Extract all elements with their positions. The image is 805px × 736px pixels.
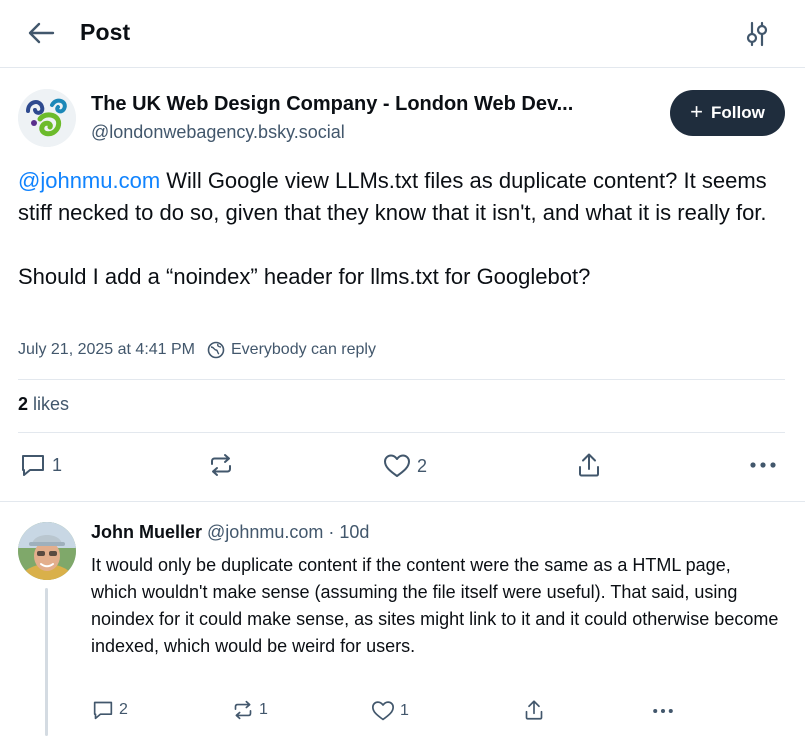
heart-icon bbox=[384, 454, 410, 477]
mention-link[interactable]: @johnmu.com bbox=[18, 168, 160, 193]
reply-reply-button[interactable]: 2 bbox=[92, 700, 128, 720]
globe-icon bbox=[207, 341, 225, 359]
reply-more-options-button[interactable] bbox=[651, 704, 675, 718]
page-title: Post bbox=[80, 19, 131, 45]
reply-author-handle[interactable]: @johnmu.com bbox=[207, 522, 323, 542]
like-count: 2 bbox=[417, 455, 428, 476]
comment-icon bbox=[93, 701, 113, 720]
reply-count: 1 bbox=[52, 454, 63, 475]
likes-count: 2 bbox=[18, 394, 29, 414]
plus-icon: + bbox=[690, 99, 704, 124]
reply-separator: · bbox=[328, 522, 335, 542]
repost-button[interactable] bbox=[208, 453, 240, 477]
likes-label: likes bbox=[33, 394, 70, 414]
reply-text: It would only be duplicate content if th… bbox=[91, 555, 779, 656]
reply-reply-count: 2 bbox=[119, 701, 128, 718]
reply-header: John Mueller @johnmu.com · 10d bbox=[91, 522, 369, 543]
ellipsis-icon bbox=[750, 462, 776, 468]
section-divider bbox=[0, 501, 805, 502]
reply-author-name[interactable]: John Mueller bbox=[91, 522, 202, 542]
person-photo-image bbox=[18, 522, 76, 580]
reply-like-button[interactable]: 1 bbox=[371, 700, 409, 722]
share-icon bbox=[525, 700, 543, 720]
back-button[interactable] bbox=[24, 18, 58, 48]
divider bbox=[18, 432, 785, 433]
share-button[interactable] bbox=[577, 452, 601, 478]
company-logo-image bbox=[18, 89, 76, 147]
reply-time[interactable]: 10d bbox=[339, 522, 369, 542]
comment-icon bbox=[22, 455, 44, 476]
reply-repost-button[interactable]: 1 bbox=[232, 700, 268, 720]
repost-icon bbox=[211, 454, 231, 476]
reply-setting-label: Everybody can reply bbox=[231, 341, 376, 358]
post-timestamp[interactable]: July 21, 2025 at 4:41 PM bbox=[18, 341, 195, 359]
post-text: @johnmu.com Will Google view LLMs.txt fi… bbox=[18, 165, 793, 293]
like-button[interactable]: 2 bbox=[383, 453, 427, 479]
reply-repost-count: 1 bbox=[259, 701, 268, 718]
author-handle[interactable]: @londonwebagency.bsky.social bbox=[91, 122, 345, 143]
share-icon bbox=[579, 453, 599, 477]
reply-like-count: 1 bbox=[400, 702, 409, 719]
sliders-icon bbox=[746, 21, 768, 47]
follow-button[interactable]: + Follow bbox=[670, 90, 785, 136]
reply-author-avatar[interactable] bbox=[18, 522, 76, 580]
arrow-left-icon bbox=[28, 22, 55, 44]
heart-icon bbox=[371, 701, 394, 721]
author-name[interactable]: The UK Web Design Company - London Web D… bbox=[91, 93, 656, 116]
thread-line bbox=[45, 588, 48, 736]
ellipsis-icon bbox=[653, 708, 673, 714]
repost-icon bbox=[234, 700, 252, 720]
likes-summary[interactable]: 2 likes bbox=[18, 394, 69, 415]
post-text-second-paragraph: Should I add a “noindex” header for llms… bbox=[18, 264, 591, 289]
top-bar: Post bbox=[0, 0, 805, 68]
reply-setting[interactable]: Everybody can reply bbox=[207, 341, 376, 359]
post-meta: July 21, 2025 at 4:41 PM Everybody can r… bbox=[18, 341, 376, 359]
author-avatar[interactable] bbox=[18, 89, 76, 147]
reply-button[interactable]: 1 bbox=[20, 453, 62, 477]
divider bbox=[18, 379, 785, 380]
follow-label: Follow bbox=[711, 103, 765, 122]
thread-settings-button[interactable] bbox=[740, 18, 774, 50]
reply-share-button[interactable] bbox=[524, 699, 544, 721]
more-options-button[interactable] bbox=[749, 456, 777, 474]
